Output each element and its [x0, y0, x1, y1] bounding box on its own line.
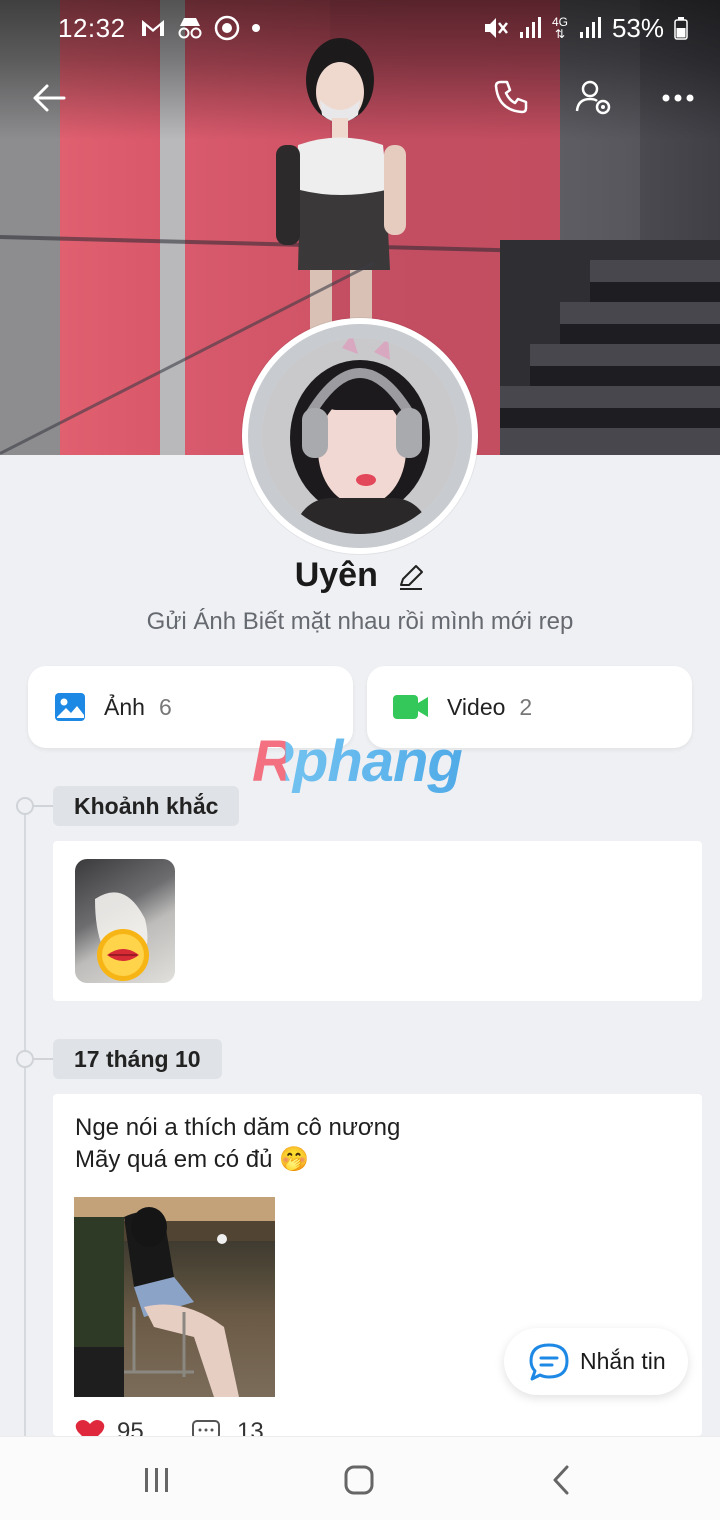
- profile-status: Gửi Ánh Biết mặt nhau rồi mình mới rep: [146, 608, 574, 635]
- message-button[interactable]: Nhắn tin: [504, 1328, 688, 1395]
- moments-label: Khoảnh khắc: [53, 786, 240, 826]
- gmail-icon: [141, 20, 164, 36]
- battery-percent: 53%: [611, 12, 664, 43]
- signal-icon: [579, 17, 601, 38]
- video-camera-icon: [393, 695, 428, 719]
- signal-icon: [519, 17, 541, 38]
- phone-icon: [494, 80, 528, 114]
- chat-bubble-icon: [529, 1343, 569, 1380]
- post-text-line: Nge nói a thích dăm cô nương: [75, 1114, 401, 1141]
- home-icon: [344, 1465, 374, 1495]
- call-button[interactable]: [483, 69, 539, 125]
- timeline-dot: [16, 797, 34, 815]
- battery-icon: [674, 17, 688, 40]
- edit-name-icon[interactable]: [397, 563, 425, 591]
- profile-settings-button[interactable]: [566, 69, 622, 125]
- photo-icon: [55, 693, 85, 721]
- post-date-label: 17 tháng 10: [53, 1039, 222, 1079]
- timeline-connector: [34, 805, 54, 807]
- notification-icons: [140, 15, 262, 41]
- avatar[interactable]: [262, 338, 458, 534]
- system-nav-bar: [0, 1436, 720, 1520]
- post-text: Nge nói a thích dăm cô nương Mãy quá em …: [75, 1112, 400, 1176]
- timeline-connector: [34, 1058, 54, 1060]
- avatar-photo: [262, 338, 458, 534]
- mute-icon: [484, 18, 508, 38]
- photos-label: Ảnh: [104, 693, 145, 720]
- post-photo[interactable]: [74, 1197, 275, 1397]
- status-time: 12:32: [58, 12, 126, 43]
- system-back-button[interactable]: [536, 1455, 586, 1505]
- user-settings-icon: [575, 80, 611, 115]
- more-horizontal-icon: [662, 94, 694, 102]
- chevron-left-icon: [553, 1465, 569, 1495]
- post-text-line: Mãy quá em có đủ 🤭: [75, 1146, 309, 1173]
- camera-aperture-icon: [214, 15, 239, 41]
- videos-label: Video: [447, 693, 506, 720]
- timeline-line: [24, 806, 26, 1446]
- back-arrow-icon: [33, 84, 66, 112]
- moment-thumbnail[interactable]: [75, 859, 175, 983]
- back-button[interactable]: [21, 70, 77, 126]
- watermark-logo: Rphang: [252, 729, 463, 794]
- network-type: 4G ⇅: [551, 15, 568, 41]
- status-bar: 12:32 4G ⇅ 53%: [0, 0, 720, 56]
- incognito-icon: [178, 18, 202, 39]
- more-button[interactable]: [650, 70, 706, 126]
- moment-image: [95, 892, 149, 981]
- message-button-label: Nhắn tin: [580, 1348, 666, 1374]
- dot-icon: [251, 24, 260, 32]
- post-image: [74, 1197, 275, 1397]
- top-bar: [0, 64, 720, 134]
- profile-name-text: Uyên: [294, 556, 378, 594]
- moments-card: [53, 841, 702, 1001]
- recents-icon: [145, 1468, 168, 1492]
- cover-detail: [500, 240, 720, 455]
- home-button[interactable]: [334, 1455, 384, 1505]
- recent-apps-button[interactable]: [132, 1455, 182, 1505]
- profile-name: Uyên: [0, 556, 720, 595]
- videos-count: 2: [519, 693, 533, 720]
- photos-count: 6: [158, 693, 172, 720]
- timeline-dot: [16, 1050, 34, 1068]
